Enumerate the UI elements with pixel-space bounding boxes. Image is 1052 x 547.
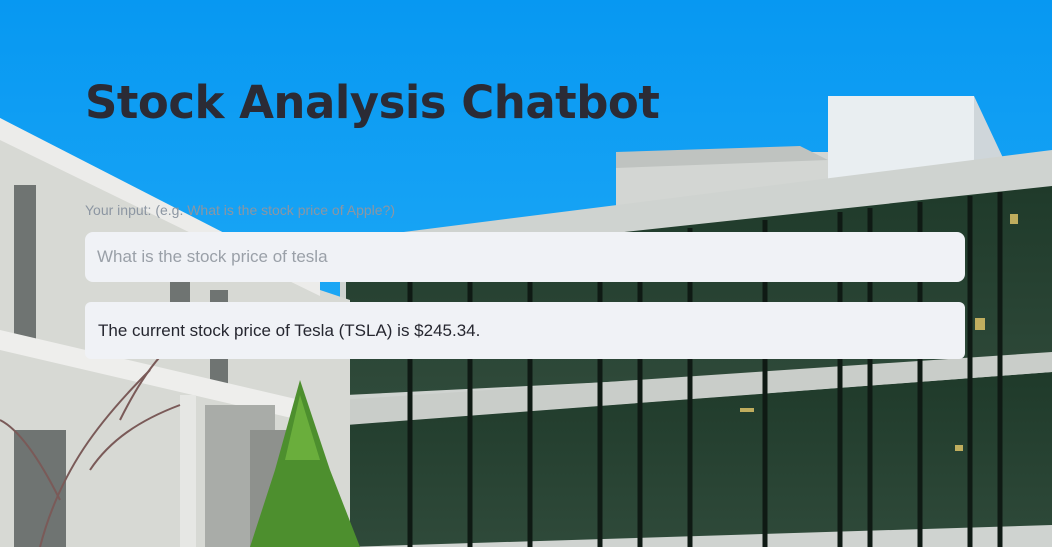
input-label: Your input: (e.g. What is the stock pric… xyxy=(85,202,395,218)
main-content: Stock Analysis Chatbot Your input: (e.g.… xyxy=(85,0,965,547)
chat-input[interactable] xyxy=(85,232,965,282)
page-title: Stock Analysis Chatbot xyxy=(85,76,660,129)
response-text: The current stock price of Tesla (TSLA) … xyxy=(98,320,481,340)
chatbot-response: The current stock price of Tesla (TSLA) … xyxy=(85,302,965,359)
